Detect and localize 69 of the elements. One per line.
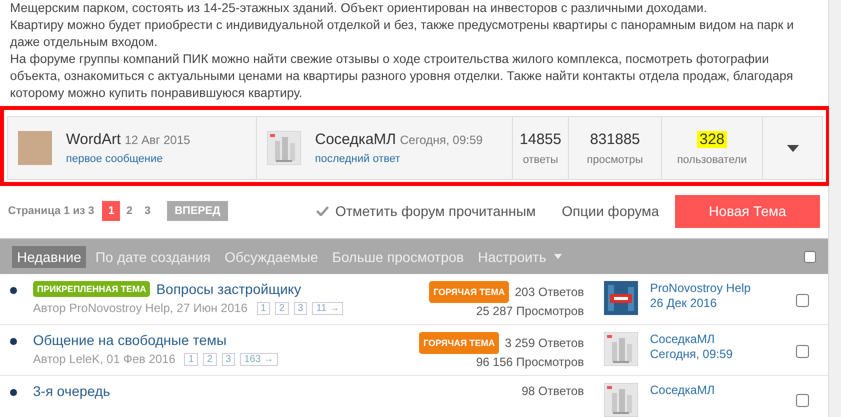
- forum-options-link[interactable]: Опции форума: [562, 203, 659, 219]
- page-link[interactable]: 2: [202, 352, 217, 366]
- check-icon: [316, 206, 330, 216]
- topic-title-link[interactable]: Вопросы застройщику: [156, 281, 302, 297]
- building-thumbnail-icon: [267, 131, 301, 165]
- page-link[interactable]: 2: [120, 201, 138, 221]
- description-paragraph: Мещерским парком, состоять из 14-25-этажных зданий. Объект ориентирован на инвесторов с различными доходами.: [10, 0, 708, 17]
- last-reply-link[interactable]: последний ответ: [315, 153, 483, 165]
- page-link[interactable]: 2: [275, 302, 289, 314]
- reply-count: 203 Ответов: [514, 284, 584, 300]
- description-paragraph: На форуме группы компаний ПИК можно найти свежие отзывы о ходе строительства жилого комплекса, посмотреть фотографии объекта, ознакомиться с актуальными ценами на квартиры разного уровня отделки. Также найти контакты отдела продаж, благодаря которому можно купить понравившуюся квартиру.: [10, 51, 794, 102]
- last-poster-link[interactable]: СоседкаМЛ: [650, 383, 760, 398]
- username: WordArt: [66, 131, 121, 148]
- topic-author: Автор LeleK, 01 Фев 2016: [33, 352, 176, 366]
- last-poster-link[interactable]: СоседкаМЛ: [650, 332, 760, 347]
- caret-down-icon: [554, 254, 562, 259]
- sort-tab[interactable]: По дате создания: [90, 246, 216, 268]
- stat-label: ответы: [522, 154, 558, 166]
- customize-dropdown[interactable]: Настроить: [472, 246, 568, 268]
- sort-tab[interactable]: Обсуждаемые: [220, 246, 324, 268]
- hot-badge: ГОРЯЧАЯ ТЕМА: [429, 281, 509, 303]
- sort-tab[interactable]: Больше просмотров: [327, 246, 469, 268]
- select-all-checkbox[interactable]: [804, 250, 816, 262]
- caret-down-icon[interactable]: [786, 144, 798, 152]
- last-poster-link[interactable]: ProNovostroy Help: [650, 281, 760, 296]
- mark-read-link[interactable]: Отметить форум прочитанным: [316, 203, 536, 219]
- sort-tab[interactable]: Недавние: [12, 246, 86, 268]
- stat-value: 831885: [588, 130, 642, 148]
- reply-count: 98 Ответов: [522, 383, 584, 399]
- post-date: 12 Авг 2015: [124, 133, 190, 147]
- reply-count: 3 259 Ответов: [504, 335, 584, 351]
- stat-label: просмотры: [586, 154, 644, 166]
- last-post-date: Сегодня, 09:59: [650, 347, 734, 362]
- avatar-placeholder: [18, 131, 52, 165]
- page-link[interactable]: 1: [256, 302, 270, 314]
- new-topic-button[interactable]: Новая Тема: [675, 194, 820, 228]
- page-indicator: Страница 1 из 3: [8, 205, 94, 217]
- topic-checkbox[interactable]: [796, 344, 809, 358]
- page-link[interactable]: 1: [102, 201, 120, 221]
- topic-title-link[interactable]: Общение на свободные темы: [33, 332, 227, 348]
- view-count: 96 156 Просмотров: [475, 354, 584, 370]
- scrollbar[interactable]: [829, 0, 841, 417]
- stat-value: 328: [697, 130, 727, 148]
- pinned-badge: ПРИКРЕПЛЕННАЯ ТЕМА: [33, 281, 150, 297]
- view-count: 25 287 Просмотров: [475, 303, 584, 319]
- unread-dot-icon: [10, 338, 17, 345]
- username: СоседкаМЛ: [315, 131, 396, 148]
- first-post-link[interactable]: первое сообщение: [66, 153, 190, 165]
- page-link[interactable]: 3: [294, 302, 308, 314]
- next-button[interactable]: ВПЕРЕД: [166, 201, 228, 221]
- page-link[interactable]: 1: [184, 352, 198, 366]
- last-post-date: 26 Дек 2016: [650, 296, 718, 311]
- topic-title-link[interactable]: 3-я очередь: [33, 383, 110, 399]
- page-link[interactable]: 163 →: [240, 352, 278, 366]
- page-link[interactable]: 3: [138, 201, 157, 221]
- unread-dot-icon: [10, 287, 17, 294]
- stat-label: пользователи: [677, 154, 747, 166]
- hot-badge: ГОРЯЧАЯ ТЕМА: [419, 332, 499, 354]
- post-date: Сегодня, 09:59: [400, 133, 483, 147]
- building-thumbnail-icon: [604, 332, 638, 366]
- unread-dot-icon: [10, 389, 17, 396]
- page-link[interactable]: 3: [222, 352, 236, 366]
- description-paragraph: Квартиру можно будет приобрести с индивидуальной отделкой и без, также предусмотрены квартиры с панорамным видом на парк и даже отдельным входом.: [10, 17, 795, 51]
- topic-checkbox[interactable]: [796, 394, 809, 406]
- topic-author: Автор ProNovostroy Help, 27 Июн 2016: [33, 301, 248, 315]
- stat-value: 14855: [518, 130, 562, 148]
- page-link[interactable]: 11 →: [312, 302, 344, 314]
- topic-checkbox[interactable]: [796, 294, 809, 306]
- pro-logo-icon: [604, 281, 638, 315]
